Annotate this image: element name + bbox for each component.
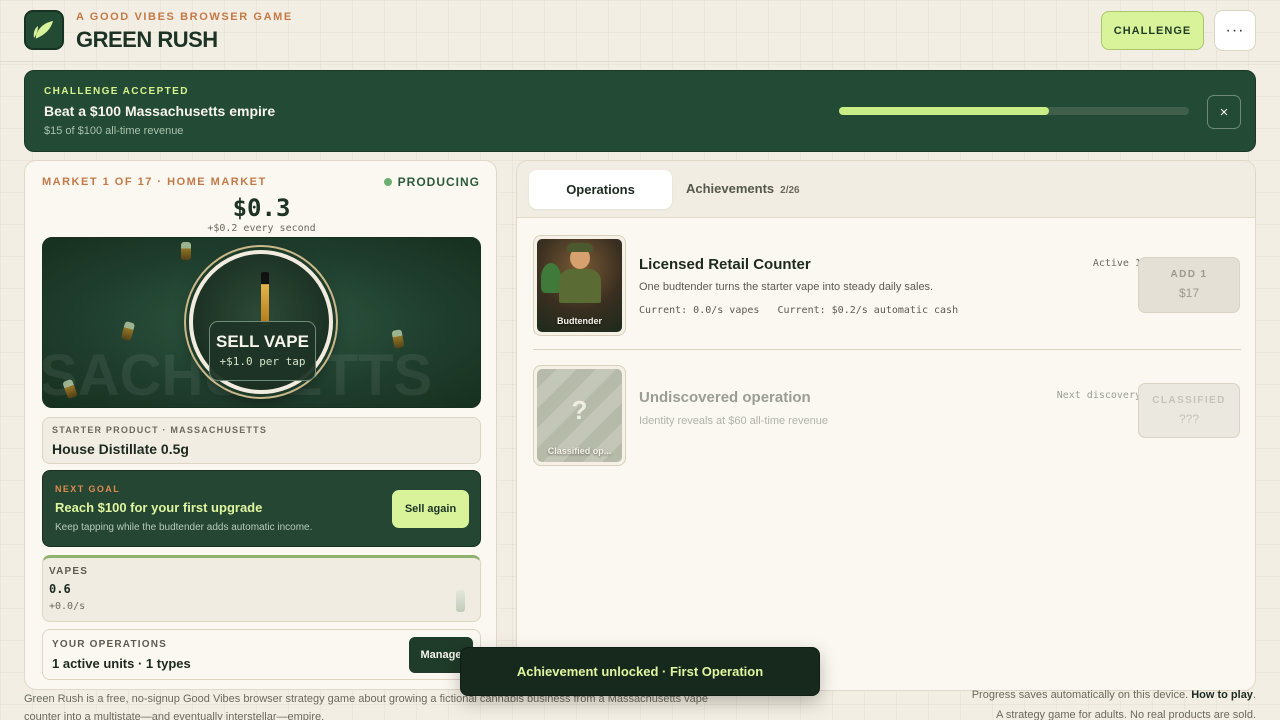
operation-name: Licensed Retail Counter [639, 256, 811, 273]
add-button-label: ADD 1 [1170, 269, 1208, 280]
operation-status: Next discovery [1056, 390, 1141, 401]
your-operations-card: YOUR OPERATIONS 1 active units · 1 types… [42, 629, 481, 680]
starter-product-card: STARTER PRODUCT · MASSACHUSETTS House Di… [42, 417, 481, 464]
sell-vape-button[interactable]: SELL VAPE +$1.0 per tap [209, 321, 316, 381]
more-icon: ··· [1225, 21, 1245, 39]
producing-label: PRODUCING [397, 175, 480, 189]
vapes-count: 0.6 [49, 582, 71, 596]
status-dot-icon [383, 178, 392, 186]
next-goal-card: NEXT GOAL Reach $100 for your first upgr… [42, 470, 481, 547]
classified-image: ? Classified op... [537, 369, 622, 462]
tabs-bar: Operations Achievements 2/26 [517, 161, 1255, 218]
classified-button: CLASSIFIED ??? [1138, 383, 1240, 438]
how-to-play-link[interactable]: How to play [1191, 689, 1253, 701]
floating-vape-icon [120, 321, 136, 341]
product-name: House Distillate 0.5g [52, 441, 189, 457]
budtender-figure [559, 269, 601, 303]
question-mark-icon: ? [571, 395, 588, 425]
vapes-kicker: VAPES [49, 566, 89, 577]
budtender-image: Budtender [537, 239, 622, 332]
tab-achievements[interactable]: Achievements 2/26 [686, 181, 800, 196]
cash-balance: $0.3 [232, 194, 291, 222]
operation-status: Active 1 [1092, 258, 1141, 269]
app-header: A GOOD VIBES BROWSER GAME GREEN RUSH CHA… [0, 0, 1280, 62]
sell-vape-label: SELL VAPE [216, 332, 309, 351]
app-logo[interactable] [24, 10, 64, 50]
close-banner-button[interactable]: × [1207, 95, 1241, 129]
cash-rate: +$0.2 every second [207, 223, 316, 234]
market-panel: MARKET 1 OF 17 · HOME MARKET PRODUCING $… [24, 160, 497, 690]
budtender-hat [567, 243, 593, 252]
achievement-toast: Achievement unlocked · First Operation [460, 647, 820, 696]
save-note-text: Progress saves automatically on this dev… [971, 689, 1189, 701]
operation-thumbnail: Budtender [533, 235, 626, 336]
floating-vape-icon [391, 329, 405, 349]
challenge-progress-bar [839, 107, 1189, 115]
classified-label: CLASSIFIED [1152, 395, 1226, 406]
brand-subtitle: A GOOD VIBES BROWSER GAME [76, 11, 293, 23]
tab-operations[interactable]: Operations [529, 170, 672, 209]
challenge-button[interactable]: CHALLENGE [1101, 11, 1204, 50]
banner-title: Beat a $100 Massachusetts empire [44, 103, 276, 119]
floating-vape-icon [181, 242, 191, 260]
close-icon: × [1219, 103, 1229, 121]
operation-description: Identity reveals at $60 all-time revenue [639, 415, 828, 427]
add-button-price: $17 [1178, 286, 1200, 300]
vapes-rate: +0.0/s [49, 601, 86, 612]
plant-icon [541, 263, 561, 293]
operations-panel: Operations Achievements 2/26 Budtender Li… [516, 160, 1256, 691]
your-ops-summary: 1 active units · 1 types [52, 656, 191, 671]
footer-disclaimer: A strategy game for adults. No real prod… [996, 709, 1256, 720]
thumbnail-label: Classified op... [547, 446, 612, 456]
sell-stage: SACHUSETTS SELL VAPE +$1.0 per tap [42, 237, 481, 408]
goal-kicker: NEXT GOAL [55, 484, 121, 494]
sell-again-button[interactable]: Sell again [392, 490, 469, 528]
add-operation-button[interactable]: ADD 1 $17 [1138, 257, 1240, 313]
vapes-inventory-card: VAPES 0.6 +0.0/s [42, 555, 481, 622]
operation-name: Undiscovered operation [639, 389, 811, 406]
footer-save-note: Progress saves automatically on this dev… [971, 689, 1256, 701]
vape-cartridge-icon [261, 272, 269, 326]
goal-subtitle: Keep tapping while the budtender adds au… [55, 522, 313, 533]
tab-achievements-label: Achievements [686, 181, 775, 196]
operation-thumbnail: ? Classified op... [533, 365, 626, 466]
challenge-banner: CHALLENGE ACCEPTED Beat a $100 Massachus… [24, 70, 1256, 152]
leaf-icon [33, 21, 53, 40]
producing-status: PRODUCING [383, 175, 480, 189]
your-ops-kicker: YOUR OPERATIONS [52, 639, 168, 650]
brand-title: GREEN RUSH [76, 27, 218, 52]
classified-price: ??? [1178, 412, 1200, 426]
product-kicker: STARTER PRODUCT · MASSACHUSETTS [52, 425, 268, 435]
operation-row: Budtender Licensed Retail Counter One bu… [533, 235, 1241, 350]
operation-stats: Current: 0.0/s vapes Current: $0.2/s aut… [639, 305, 959, 316]
goal-title: Reach $100 for your first upgrade [55, 500, 263, 515]
thumbnail-label: Budtender [557, 316, 602, 326]
challenge-progress-fill [839, 107, 1049, 115]
operation-description: One budtender turns the starter vape int… [639, 281, 934, 293]
achievements-count: 2/26 [780, 185, 800, 196]
more-menu-button[interactable]: ··· [1214, 10, 1256, 51]
operation-row: ? Classified op... Undiscovered operatio… [533, 365, 1241, 466]
banner-subtitle: $15 of $100 all-time revenue [44, 125, 184, 137]
banner-kicker: CHALLENGE ACCEPTED [44, 86, 189, 97]
sell-vape-rate: +$1.0 per tap [219, 355, 306, 368]
market-label: MARKET 1 OF 17 · HOME MARKET [42, 176, 267, 188]
vape-icon [456, 590, 465, 612]
